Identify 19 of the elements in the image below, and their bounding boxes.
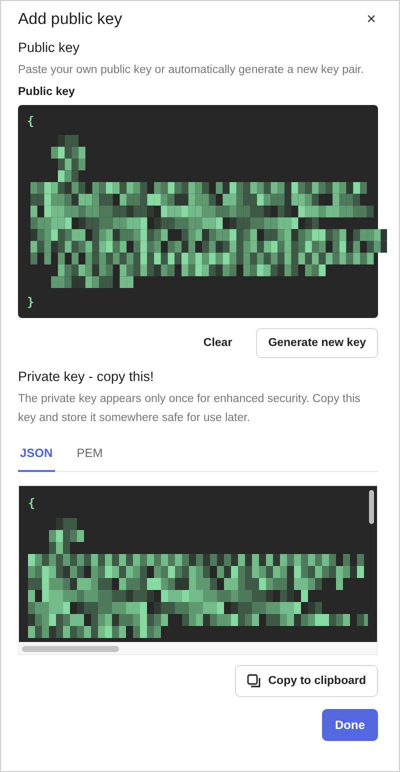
- dialog-title: Add public key: [18, 11, 122, 29]
- clear-button[interactable]: Clear: [189, 329, 246, 357]
- code-brace: {: [27, 113, 34, 129]
- field-label: Public key: [18, 86, 76, 98]
- scrollbar[interactable]: [369, 490, 374, 524]
- section-heading: Public key: [18, 40, 81, 55]
- scrollbar[interactable]: [22, 646, 119, 652]
- copy-button[interactable]: Copy to clipboard: [235, 665, 378, 697]
- section-description: Paste your own public key or automatically generate a new key pair.: [18, 63, 365, 78]
- format-tab[interactable]: PEM: [76, 438, 103, 472]
- code-brace: }: [27, 294, 34, 310]
- code-brace: {: [28, 496, 36, 510]
- generate-key-button[interactable]: Generate new key: [256, 328, 378, 358]
- section-description: The private key appears only once for enhanced security. Copy this key and store it somewhere safe for use later.: [18, 392, 362, 426]
- format-tab[interactable]: JSON: [18, 438, 55, 472]
- copy-icon: [247, 674, 262, 688]
- done-button[interactable]: Done: [322, 709, 378, 741]
- close-button[interactable]: ×: [364, 11, 378, 29]
- section-heading: Private key - copy this!: [18, 369, 155, 384]
